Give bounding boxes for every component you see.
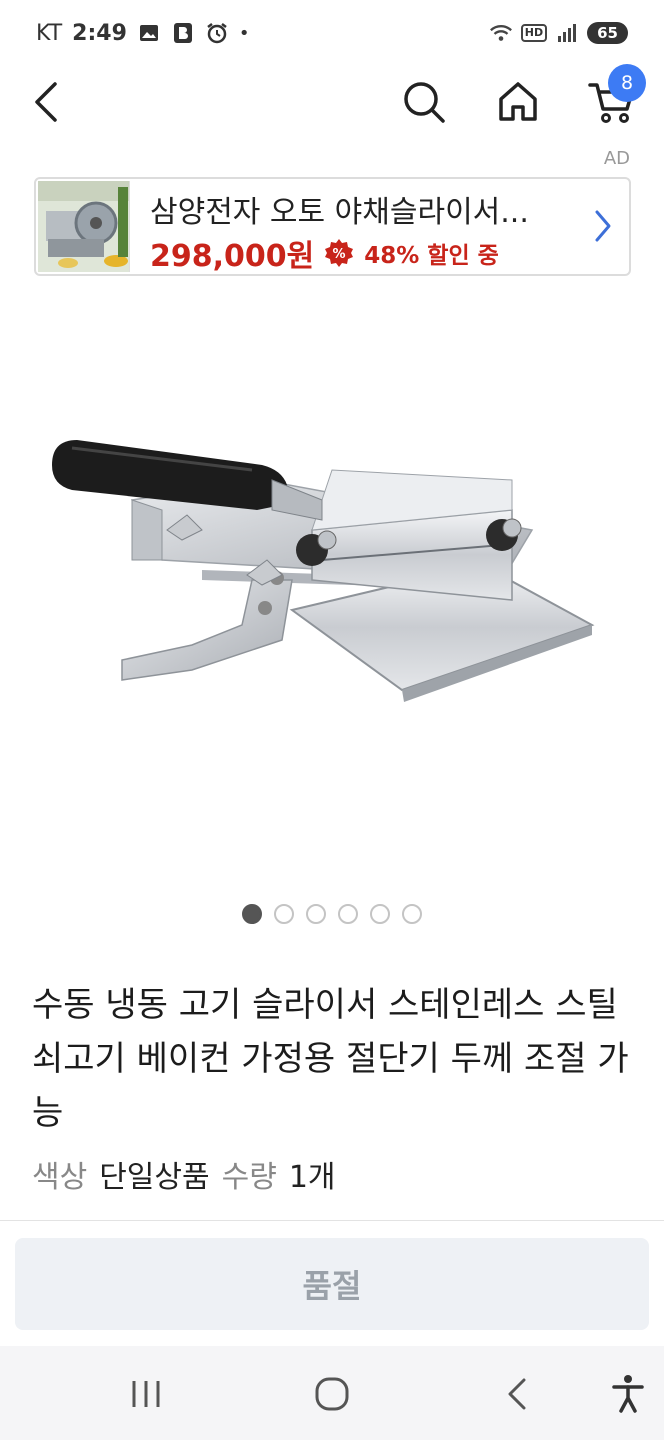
image-dot-1[interactable] bbox=[242, 904, 262, 924]
ad-banner[interactable]: 삼양전자 오토 야채슬라이서... 298,000원 % 48% 할인 중 bbox=[34, 177, 631, 276]
image-dot-2[interactable] bbox=[274, 904, 294, 924]
product-title: 수동 냉동 고기 슬라이서 스테인레스 스틸 쇠고기 베이컨 가정용 절단기 두… bbox=[32, 985, 629, 1133]
image-dot-4[interactable] bbox=[338, 904, 358, 924]
cart-count-badge: 8 bbox=[608, 64, 646, 102]
wifi-icon bbox=[489, 21, 513, 45]
product-image[interactable] bbox=[0, 290, 664, 890]
chevron-right-icon bbox=[595, 210, 611, 242]
percent-icon: % bbox=[325, 239, 354, 267]
system-navigation-bar bbox=[0, 1346, 664, 1440]
svg-text:%: % bbox=[333, 247, 346, 262]
divider bbox=[0, 1220, 664, 1221]
gallery-icon bbox=[137, 21, 161, 45]
clock: 2:49 bbox=[72, 20, 127, 46]
ad-price-row: 298,000원 % 48% 할인 중 bbox=[150, 231, 499, 275]
recents-button[interactable] bbox=[118, 1366, 174, 1422]
ad-thumbnail bbox=[38, 181, 130, 272]
product-options: 색상 단일상품 수량 1개 bbox=[32, 1152, 336, 1196]
search-icon bbox=[404, 82, 445, 123]
back-button[interactable] bbox=[16, 72, 76, 132]
alarm-icon bbox=[205, 21, 229, 45]
ad-chevron[interactable] bbox=[593, 209, 613, 247]
status-bar: KT 2:49 • HD 65 bbox=[0, 0, 664, 66]
notification-dot-icon: • bbox=[238, 22, 250, 44]
accessibility-icon bbox=[612, 1375, 644, 1413]
home-circle-icon bbox=[315, 1377, 349, 1411]
back-arrow-icon bbox=[35, 82, 57, 122]
ad-discount: 48% 할인 중 bbox=[364, 243, 499, 269]
accessibility-button[interactable] bbox=[600, 1366, 656, 1422]
quantity-option-label: 수량 bbox=[221, 1160, 277, 1195]
signal-icon bbox=[555, 21, 579, 45]
image-pagination bbox=[0, 904, 664, 926]
quantity-option-value: 1개 bbox=[288, 1160, 336, 1195]
home-icon bbox=[499, 82, 537, 121]
system-back-icon bbox=[508, 1378, 526, 1410]
recents-icon bbox=[132, 1381, 160, 1407]
ad-price: 298,000원 bbox=[150, 239, 315, 274]
home-button[interactable] bbox=[488, 72, 548, 132]
b-app-icon bbox=[171, 21, 195, 45]
ad-title: 삼양전자 오토 야채슬라이서... bbox=[150, 195, 529, 230]
search-button[interactable] bbox=[394, 72, 454, 132]
image-dot-6[interactable] bbox=[402, 904, 422, 924]
carrier-label: KT bbox=[36, 20, 63, 46]
meat-slicer-illustration bbox=[52, 440, 595, 702]
hd-voice-icon: HD bbox=[520, 24, 548, 42]
ad-label: AD bbox=[603, 148, 630, 169]
battery-indicator: 65 bbox=[587, 22, 628, 44]
image-dot-3[interactable] bbox=[306, 904, 326, 924]
cart-button[interactable]: 8 bbox=[582, 64, 646, 132]
color-option-value: 단일상품 bbox=[99, 1160, 210, 1195]
sold-out-button[interactable]: 품절 bbox=[15, 1238, 649, 1330]
image-dot-5[interactable] bbox=[370, 904, 390, 924]
system-back-button[interactable] bbox=[490, 1366, 546, 1422]
top-navigation: 8 bbox=[0, 64, 664, 138]
color-option-label: 색상 bbox=[32, 1160, 88, 1195]
system-home-button[interactable] bbox=[304, 1366, 360, 1422]
